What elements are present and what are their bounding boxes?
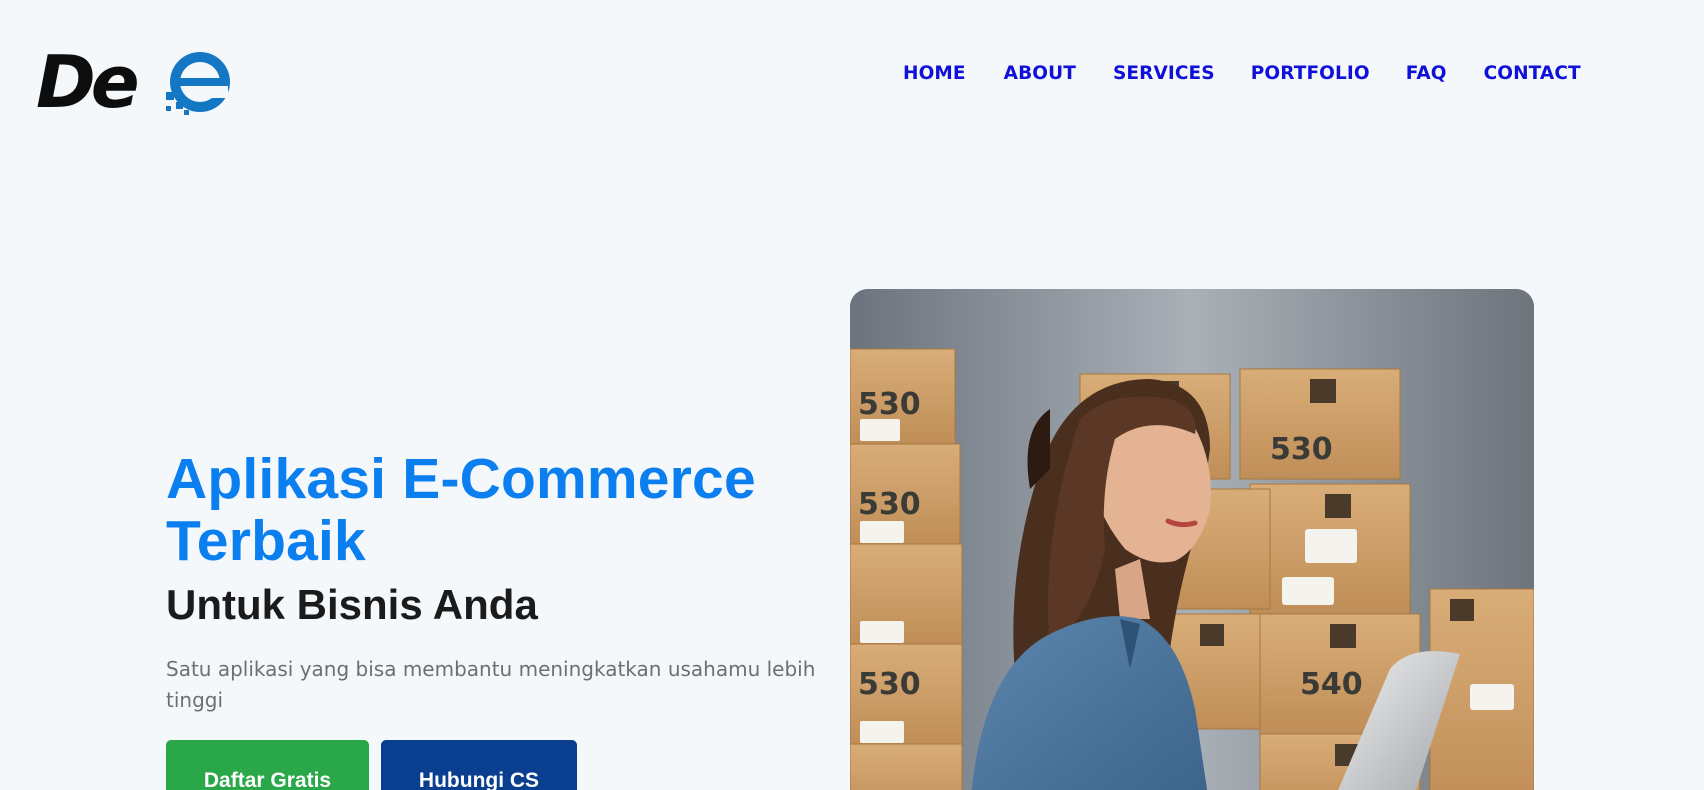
hero-title: Aplikasi E-Commerce Terbaik [166,448,836,572]
logo-text: De [36,40,140,124]
hero-title-line2: Terbaik [166,509,366,573]
nav-services-link[interactable]: SERVICES [1113,60,1215,88]
box-label-5: 540 [1300,667,1363,702]
box-label-3: 530 [1270,432,1333,467]
nav-portfolio-link[interactable]: PORTFOLIO [1251,60,1370,88]
hero-subtitle: Untuk Bisnis Anda [166,581,538,628]
nav-contact-link[interactable]: CONTACT [1484,60,1581,88]
hero-image: 530 530 530 530 540 [850,289,1534,790]
box-label-2: 530 [858,487,921,522]
main-nav: HOME ABOUT SERVICES PORTFOLIO FAQ CONTAC… [903,60,1581,88]
hero-description: Satu aplikasi yang bisa membantu meningk… [166,657,816,712]
nav-faq-link[interactable]: FAQ [1406,60,1447,88]
e-circle-logo-icon [166,52,230,115]
woman-with-laptop-illustration: 530 530 530 530 540 [850,289,1534,790]
nav-about-link[interactable]: ABOUT [1004,60,1076,88]
nav-home-link[interactable]: HOME [903,60,966,88]
contact-cs-button[interactable]: Hubungi CS [381,740,577,790]
box-label-4: 530 [858,667,921,702]
hero-title-line1: Aplikasi E-Commerce [166,447,756,511]
register-free-button[interactable]: Daftar Gratis [166,740,369,790]
hero-buttons: Daftar Gratis Hubungi CS [166,740,836,790]
hero-text: Aplikasi E-Commerce Terbaik Untuk Bisnis… [166,448,836,790]
site-logo[interactable]: De [36,40,230,124]
box-label-1: 530 [858,387,921,422]
